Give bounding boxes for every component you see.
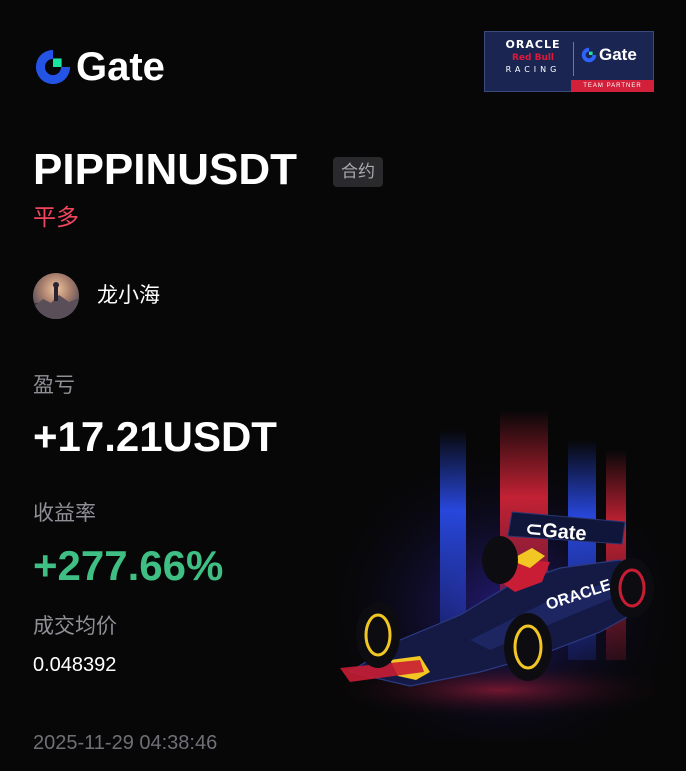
wheel — [482, 536, 518, 584]
username: 龙小海 — [97, 284, 160, 307]
red-bull-racing-logo: ORACLE Red Bull RACING — [505, 38, 561, 74]
gate-logo: Gate — [34, 47, 165, 87]
race-car-illustration: ⊂Gate ORACLE — [320, 410, 686, 740]
wheel — [356, 602, 400, 668]
wheel — [610, 558, 654, 618]
roi-value: +277.66% — [33, 542, 224, 589]
timestamp: 2025-11-29 04:38:46 — [33, 732, 218, 754]
team-partner-strip: TEAM PARTNER — [571, 80, 654, 92]
wheel — [504, 613, 552, 681]
position-side: 平多 — [33, 204, 79, 230]
trading-pair: PIPPINUSDT — [33, 145, 298, 194]
avatar-image — [33, 282, 79, 319]
avatar — [33, 273, 79, 319]
avg-price-value: 0.048392 — [33, 654, 117, 676]
roi-label: 收益率 — [33, 502, 96, 525]
pnl-value: +17.21USDT — [33, 413, 277, 460]
contract-tag: 合约 — [333, 157, 383, 187]
gate-logo-icon — [35, 49, 71, 85]
team-partner-badge: ORACLE Red Bull RACING Gate TEAM PARTNER — [484, 31, 654, 92]
partner-divider — [573, 42, 574, 76]
brand-name: Gate — [76, 45, 165, 89]
partner-gate-logo: Gate — [581, 45, 637, 65]
light-beam — [606, 450, 626, 660]
avg-price-label: 成交均价 — [33, 615, 117, 638]
gate-logo-icon — [581, 47, 597, 63]
pnl-label: 盈亏 — [33, 374, 75, 397]
